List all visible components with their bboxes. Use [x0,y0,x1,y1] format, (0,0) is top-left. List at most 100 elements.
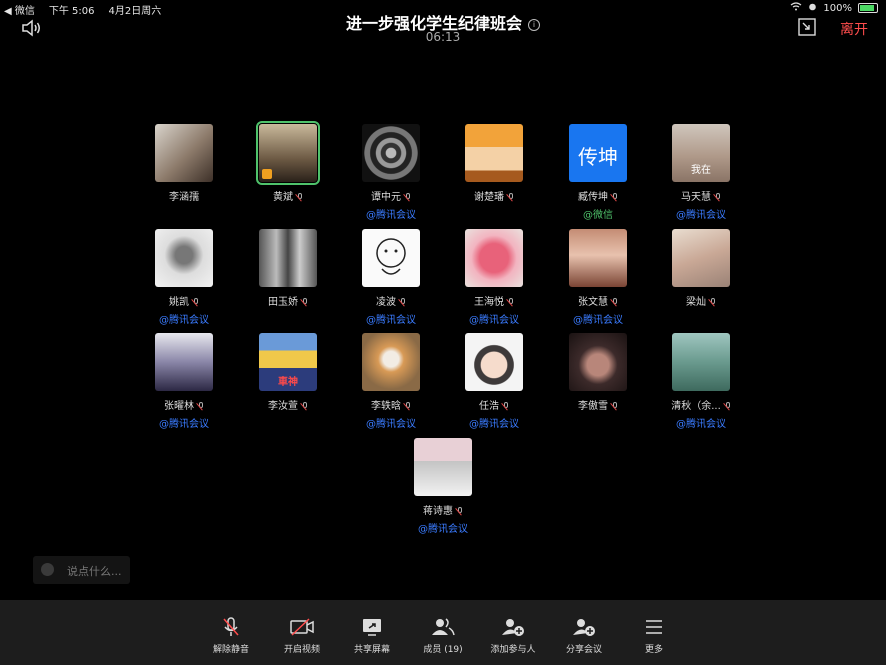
participant-avatar: 車神 [259,333,317,391]
participant-tile[interactable]: 任浩 @腾讯会议 [449,333,539,430]
participant-avatar [155,124,213,182]
participant-avatar [362,124,420,182]
more-button[interactable]: 更多 [614,600,694,665]
participant-name: 张曜林 [164,401,194,412]
participant-avatar [362,333,420,391]
participant-name: 凌波 [376,297,396,308]
muted-mic-icon [612,297,618,307]
participant-name: 蒋诗惠 [423,506,453,517]
share-meeting-button[interactable]: 分享会议 [544,600,624,665]
meeting-timer: 06:13 [425,30,461,44]
bottom-toolbar: 解除静音 开启视频 共享屏幕 成员 (19) 添加参与人 分享会议 更多 [0,600,886,665]
chat-placeholder: 说点什么... [67,565,122,578]
participant-tile[interactable]: 李涵孺 [139,124,229,203]
participant-name: 田玉娇 [268,297,298,308]
muted-mic-icon [405,192,411,202]
participant-tile[interactable]: 梁灿 [656,229,746,308]
participant-tile[interactable]: 谢楚璠 [449,124,539,203]
participant-tile[interactable]: 张文慧 @腾讯会议 [553,229,643,326]
participant-source: @腾讯会议 [676,210,726,221]
participant-avatar [256,121,320,185]
participant-avatar [465,229,523,287]
participant-tile[interactable]: 李傲雪 [553,333,643,412]
participant-avatar [259,229,317,287]
share-screen-button[interactable]: 共享屏幕 [332,600,412,665]
participant-tile[interactable]: 黄斌 [243,121,333,203]
participant-name: 任浩 [479,401,499,412]
start-video-button[interactable]: 开启视频 [262,600,342,665]
avatar-text: 我在 [691,165,711,176]
participant-tile[interactable]: 张曜林 @腾讯会议 [139,333,229,430]
participant-tile[interactable]: 谭中元 @腾讯会议 [346,124,436,221]
participant-source: @腾讯会议 [366,210,416,221]
participant-tile[interactable]: 我在 马天慧 @腾讯会议 [656,124,746,221]
share-screen-label: 共享屏幕 [353,645,390,655]
mic-off-icon [218,616,244,638]
unmute-button[interactable]: 解除静音 [191,600,271,665]
share-screen-icon [359,616,385,638]
participant-avatar [569,333,627,391]
participant-source: @腾讯会议 [469,419,519,430]
members-button[interactable]: 成员 (19) [403,600,483,665]
participant-avatar [465,333,523,391]
participant-tile[interactable]: 清秋（余... @腾讯会议 [656,333,746,430]
start-video-label: 开启视频 [283,645,320,655]
participant-tile[interactable]: 李轶晗 @腾讯会议 [346,333,436,430]
participant-source: @腾讯会议 [366,315,416,326]
participant-tile[interactable]: 姚凯 @腾讯会议 [139,229,229,326]
participant-avatar [672,229,730,287]
muted-mic-icon [710,297,716,307]
participant-avatar: 我在 [672,124,730,182]
menu-icon [641,616,667,638]
participant-tile[interactable]: 传坤 臧传坤 @微信 [553,124,643,221]
participant-tile[interactable]: 蒋诗惠 @腾讯会议 [398,438,488,535]
muted-mic-icon [302,401,308,411]
participant-tile[interactable]: 車神 李汝萱 [243,333,333,412]
muted-mic-icon [405,401,411,411]
participant-name: 张文慧 [578,297,608,308]
participant-avatar: 传坤 [569,124,627,182]
participant-name: 李涵孺 [169,192,199,203]
participant-source: @腾讯会议 [366,419,416,430]
participant-avatar [569,229,627,287]
leave-button[interactable]: 离开 [840,19,868,39]
participant-source: @腾讯会议 [469,315,519,326]
participant-name: 谢楚璠 [474,192,504,203]
muted-mic-icon [715,192,721,202]
minimize-window-icon[interactable] [798,18,816,36]
participant-name: 李汝萱 [268,401,298,412]
participant-source: @腾讯会议 [418,524,468,535]
participant-source: @微信 [583,210,613,221]
muted-mic-icon [297,192,303,202]
participant-avatar [672,333,730,391]
avatar-text: 車神 [278,377,298,388]
participant-tile[interactable]: 凌波 @腾讯会议 [346,229,436,326]
participant-avatar [155,229,213,287]
add-participant-label: 添加参与人 [490,645,536,655]
muted-mic-icon [302,297,308,307]
muted-mic-icon [457,506,463,516]
participant-name: 黄斌 [273,192,293,203]
participant-avatar [155,333,213,391]
muted-mic-icon [198,401,204,411]
chat-input[interactable]: 说点什么... [33,556,130,584]
share-meeting-icon [571,616,597,638]
muted-mic-icon [725,401,731,411]
participant-name: 李傲雪 [578,401,608,412]
unmute-label: 解除静音 [212,645,249,655]
participant-source: @腾讯会议 [676,419,726,430]
muted-mic-icon [193,297,199,307]
emoji-icon[interactable] [41,563,54,576]
members-label: 成员 (19) [423,645,463,655]
participant-name: 姚凯 [169,297,189,308]
avatar-text: 传坤 [578,145,618,169]
participant-tile[interactable]: 王海悦 @腾讯会议 [449,229,539,326]
participant-name: 清秋（余... [671,401,721,412]
info-icon[interactable]: i [528,18,540,31]
muted-mic-icon [612,401,618,411]
participant-avatar [414,438,472,496]
participant-tile[interactable]: 田玉娇 [243,229,333,308]
participant-name: 谭中元 [371,192,401,203]
add-participant-button[interactable]: 添加参与人 [473,600,553,665]
muted-mic-icon [508,192,514,202]
